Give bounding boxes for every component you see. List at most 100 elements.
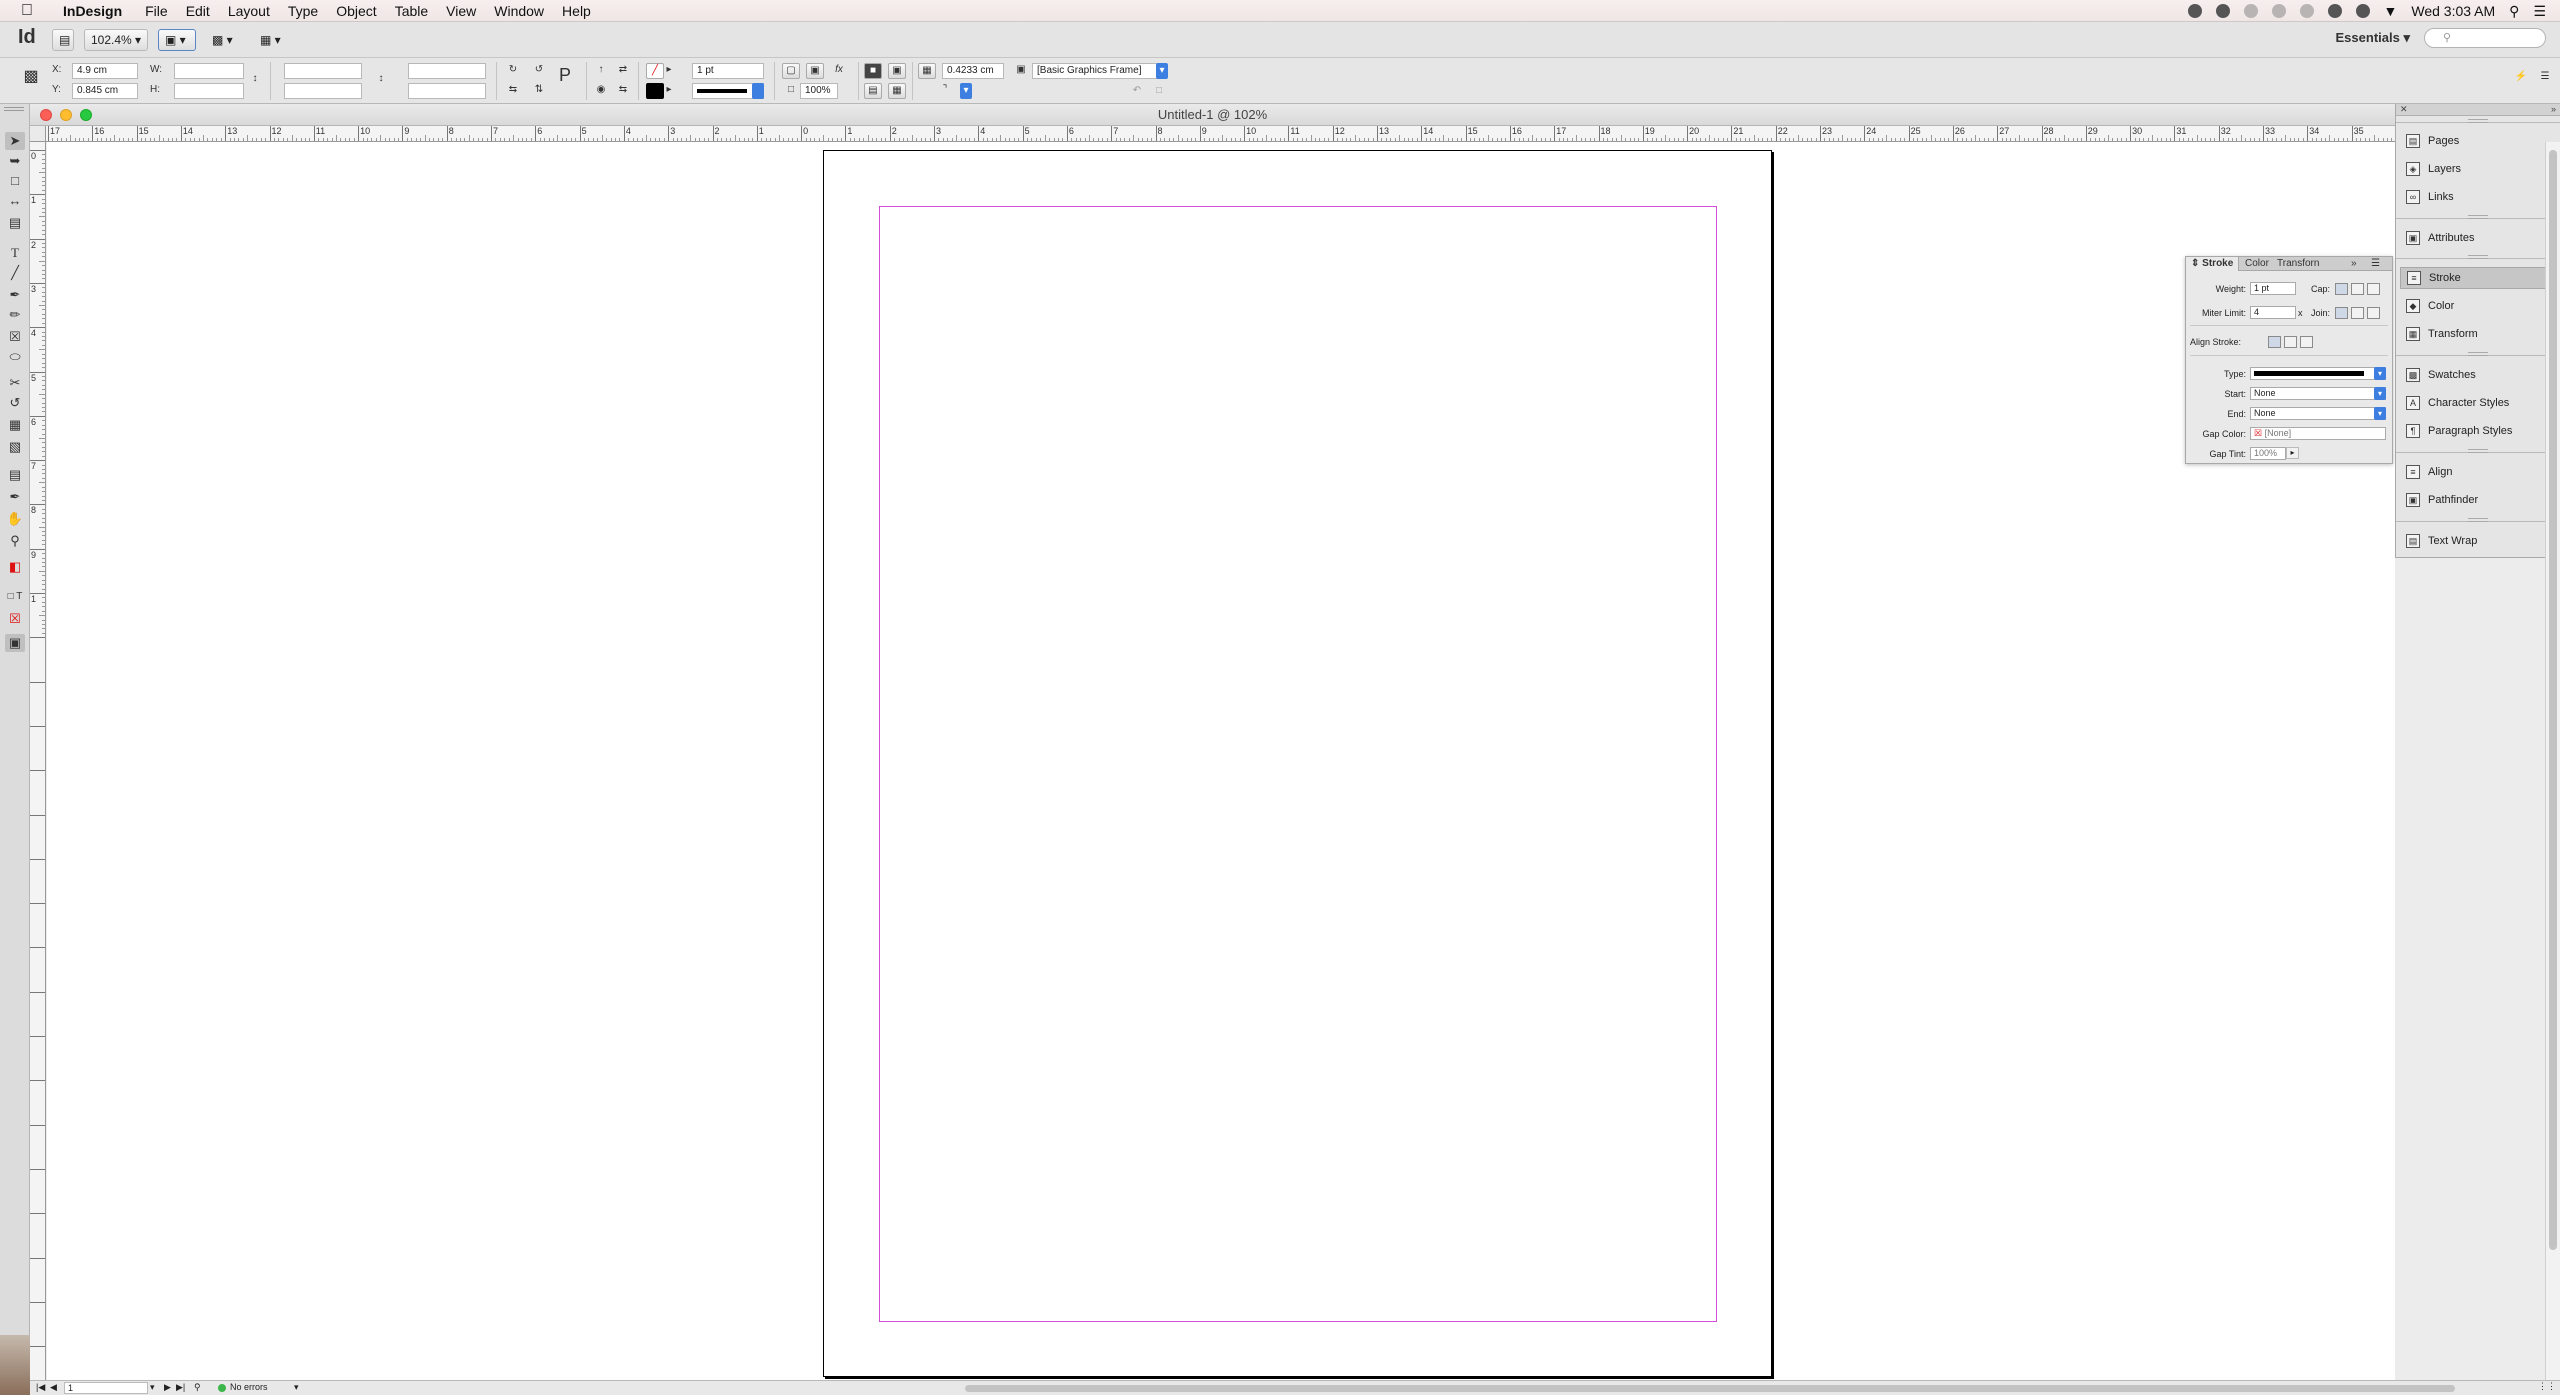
type-tool-icon[interactable]: T xyxy=(5,244,25,262)
document-titlebar[interactable]: Untitled-1 @ 102% xyxy=(30,104,2395,126)
scissors-tool-icon[interactable]: ✂ xyxy=(5,374,25,392)
text-wrap-none-icon[interactable]: ■ xyxy=(864,63,882,79)
miter-join-button[interactable] xyxy=(2335,307,2348,319)
panel-menu-icon[interactable]: ☰ xyxy=(2366,257,2385,271)
quick-apply-icon[interactable]: ⚡ xyxy=(2512,70,2530,86)
close-window-button[interactable] xyxy=(40,109,52,121)
dock-item-links[interactable]: ∞ Links xyxy=(2400,186,2555,208)
eyedropper-tool-icon[interactable]: ✒ xyxy=(5,488,25,506)
width-field[interactable] xyxy=(174,63,244,79)
accessibility-icon[interactable] xyxy=(2327,4,2342,18)
object-style-chevron-icon[interactable]: ▾ xyxy=(1156,63,1168,79)
corner-shape-icon[interactable]: ⌝ xyxy=(936,83,954,99)
last-page-icon[interactable]: ▶| xyxy=(176,1382,185,1393)
adobe-icon[interactable] xyxy=(2355,4,2370,18)
screen-mode-button[interactable]: ▩ ▾ xyxy=(206,29,244,51)
gap-tint-arrow-icon[interactable]: ▸ xyxy=(2286,447,2299,459)
line-tool-icon[interactable]: ╱ xyxy=(5,264,25,282)
vertical-ruler[interactable]: 0 1 2 3 4 5 6 7 8 9 1 xyxy=(30,142,46,1380)
tab-stroke[interactable]: ⇕ Stroke xyxy=(2186,257,2240,271)
vertical-scrollbar[interactable] xyxy=(2545,142,2560,1380)
dock-item-layers[interactable]: ◈ Layers xyxy=(2400,158,2555,180)
view-options-button[interactable]: ▣ ▾ xyxy=(158,28,196,51)
fill-menu-arrow-icon[interactable]: ▸ xyxy=(664,63,674,79)
apple-menu-icon[interactable]:  xyxy=(0,2,54,20)
wifi-icon[interactable]: ▼ xyxy=(2384,3,2398,19)
select-next-icon[interactable]: ⇆ xyxy=(614,83,632,99)
effects-icon[interactable]: ▣ xyxy=(806,63,824,79)
new-style-icon[interactable]: □ xyxy=(1150,84,1168,100)
height-field[interactable] xyxy=(174,83,244,99)
reference-point-icon[interactable]: ▩ xyxy=(20,69,42,92)
text-wrap-object-icon[interactable]: ▤ xyxy=(864,83,882,99)
workspace-switcher[interactable]: Essentials ▾ xyxy=(2336,30,2410,46)
menu-layout[interactable]: Layout xyxy=(219,3,279,19)
gap-tint-field[interactable]: 100% xyxy=(2250,447,2286,460)
zoom-level-select[interactable]: 102.4% ▾ xyxy=(84,28,148,51)
stroke-menu-arrow-icon[interactable]: ▸ xyxy=(664,83,674,99)
dock-divider[interactable] xyxy=(2396,119,2560,123)
dock-item-attributes[interactable]: ▣ Attributes xyxy=(2400,227,2555,249)
menu-object[interactable]: Object xyxy=(327,3,385,19)
previous-page-icon[interactable]: ◀ xyxy=(50,1382,57,1393)
bevel-join-button[interactable] xyxy=(2367,307,2380,319)
object-style-select[interactable]: [Basic Graphics Frame] xyxy=(1032,63,1158,79)
creative-cloud-icon[interactable] xyxy=(2187,4,2202,18)
preflight-profile-icon[interactable]: ⚲ xyxy=(194,1382,201,1393)
free-transform-tool-icon[interactable]: ↺ xyxy=(5,394,25,412)
fitting-offset-field[interactable]: 0.4233 cm xyxy=(942,63,1004,79)
align-inside-button[interactable] xyxy=(2284,336,2297,348)
opacity-field[interactable]: 100% xyxy=(800,83,838,99)
text-wrap-jump-icon[interactable]: ▦ xyxy=(888,83,906,99)
rectangle-frame-tool-icon[interactable]: ☒ xyxy=(5,328,25,346)
panel-expand-icon[interactable]: » xyxy=(2346,257,2362,271)
projecting-cap-button[interactable] xyxy=(2367,283,2380,295)
select-container-icon[interactable]: ↑ xyxy=(592,63,610,79)
select-content-icon[interactable]: ◉ xyxy=(592,83,610,99)
menu-type[interactable]: Type xyxy=(279,3,327,19)
gap-color-select[interactable]: ☒ [None] xyxy=(2250,427,2386,440)
dock-item-color[interactable]: ◆ Color xyxy=(2400,295,2555,317)
dock-divider[interactable] xyxy=(2396,518,2560,522)
close-dock-icon[interactable]: ✕ xyxy=(2400,104,2408,115)
constrain-scale-icon[interactable]: ↕ xyxy=(372,72,390,88)
clock[interactable]: Wed 3:03 AM xyxy=(2411,3,2495,19)
dock-item-character-styles[interactable]: A Character Styles xyxy=(2400,392,2555,414)
select-previous-icon[interactable]: ⇄ xyxy=(614,63,632,79)
apply-none-icon[interactable]: ☒ xyxy=(5,610,25,628)
hand-tool-icon[interactable]: ✋ xyxy=(5,510,25,528)
tab-color[interactable]: Color xyxy=(2240,257,2274,271)
butt-cap-button[interactable] xyxy=(2335,283,2348,295)
align-center-button[interactable] xyxy=(2268,336,2281,348)
start-select[interactable]: None ▾ xyxy=(2250,387,2386,400)
rotation-field[interactable] xyxy=(408,63,486,79)
dock-item-pathfinder[interactable]: ▣ Pathfinder xyxy=(2400,489,2555,511)
fill-swatch[interactable]: ╱ xyxy=(646,63,664,79)
dock-item-align[interactable]: ≡ Align xyxy=(2400,461,2555,483)
menu-app-name[interactable]: InDesign xyxy=(54,3,136,19)
clear-overrides-icon[interactable]: ↶ xyxy=(1128,84,1146,100)
opacity-icon[interactable]: □ xyxy=(782,83,800,99)
corner-options-icon[interactable]: ▾ xyxy=(960,83,972,99)
sync-icon[interactable] xyxy=(2243,4,2258,18)
ruler-origin[interactable] xyxy=(30,126,46,142)
scale-y-field[interactable] xyxy=(284,83,362,99)
dock-divider[interactable] xyxy=(2396,352,2560,356)
collapse-dock-icon[interactable]: » xyxy=(2551,104,2556,114)
pencil-tool-icon[interactable]: ✏ xyxy=(5,306,25,324)
skype-icon[interactable] xyxy=(2215,4,2230,18)
content-collector-icon[interactable]: ▤ xyxy=(5,214,25,232)
fill-stroke-swatch-icon[interactable]: ◧ xyxy=(5,558,25,576)
menu-table[interactable]: Table xyxy=(386,3,437,19)
history-icon[interactable] xyxy=(2271,4,2286,18)
stroke-weight-field[interactable]: 1 pt xyxy=(2250,282,2296,295)
direct-selection-tool-icon[interactable]: ➥ xyxy=(5,152,25,170)
text-wrap-box-icon[interactable]: ▣ xyxy=(888,63,906,79)
fx-icon[interactable]: fx xyxy=(830,63,848,79)
stroke-type-select[interactable]: ▾ xyxy=(2250,367,2386,380)
align-outside-button[interactable] xyxy=(2300,336,2313,348)
zoom-tool-icon[interactable]: ⚲ xyxy=(5,532,25,550)
horizontal-scroll-thumb[interactable] xyxy=(965,1385,2455,1392)
chevron-down-icon[interactable]: ▾ xyxy=(150,1382,155,1393)
flip-vertical-icon[interactable]: ⇅ xyxy=(530,83,548,99)
